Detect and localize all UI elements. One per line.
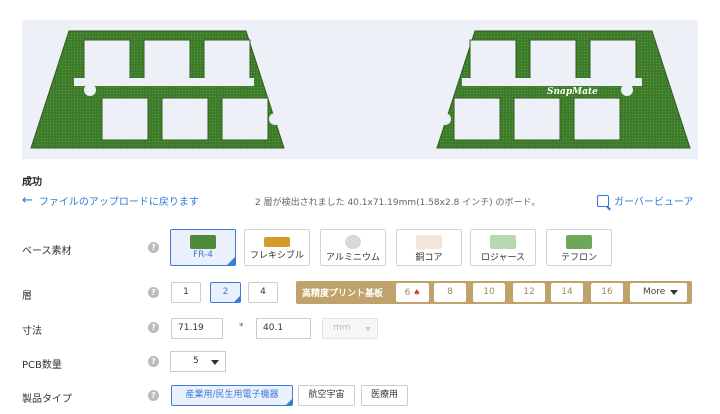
material-label: テフロン bbox=[560, 253, 597, 263]
material-copper-core[interactable]: 銅コア bbox=[396, 229, 462, 266]
hp-layer-8[interactable]: 8 bbox=[434, 283, 466, 302]
hp-layer-12[interactable]: 12 bbox=[513, 283, 545, 302]
fr4-thumb-icon bbox=[190, 235, 216, 249]
hp-layer-14[interactable]: 14 bbox=[551, 283, 583, 302]
material-rogers[interactable]: ロジャース bbox=[470, 229, 536, 266]
high-precision-title: 高精度プリント基板 bbox=[302, 289, 384, 299]
layer-option-4[interactable]: 4 bbox=[248, 282, 278, 303]
product-type-aerospace[interactable]: 航空宇宙 bbox=[298, 385, 355, 406]
pcb-board-top bbox=[30, 30, 285, 149]
dimensions-label: 寸法 bbox=[22, 326, 42, 337]
hp-layer-6-label: 6 bbox=[404, 288, 411, 298]
detection-info: 2 層が検出されました 40.1x71.19mm(1.58x2.8 インチ) の… bbox=[255, 198, 541, 208]
flex-thumb-icon bbox=[264, 237, 290, 247]
status-text: 成功 bbox=[22, 177, 42, 188]
material-label: ロジャース bbox=[480, 253, 526, 263]
rogers-thumb-icon bbox=[490, 235, 516, 249]
more-layers-dropdown[interactable]: More bbox=[630, 283, 687, 302]
material-label: 銅コア bbox=[415, 253, 443, 263]
hp-layer-10[interactable]: 10 bbox=[473, 283, 505, 302]
layer-option-1[interactable]: 1 bbox=[171, 282, 201, 303]
pcb-qty-select[interactable]: 5 bbox=[170, 351, 226, 372]
length-input[interactable]: 71.19 bbox=[171, 318, 223, 339]
aluminum-thumb-icon bbox=[345, 235, 361, 249]
help-icon[interactable]: ? bbox=[148, 356, 159, 367]
layers-label: 層 bbox=[22, 291, 32, 302]
copper-thumb-icon bbox=[416, 235, 442, 249]
unit-select[interactable]: mm bbox=[322, 318, 378, 339]
base-material-label: ベース素材 bbox=[22, 246, 72, 257]
arrow-left-icon: ← bbox=[22, 193, 33, 208]
back-link-label: ファイルのアップロードに戻ります bbox=[38, 197, 199, 208]
gerber-viewer-label: ガーバービューア bbox=[614, 197, 694, 208]
gerber-viewer-link[interactable]: ガーバービューア bbox=[597, 193, 694, 208]
product-type-medical[interactable]: 医療用 bbox=[361, 385, 408, 406]
product-type-industrial[interactable]: 産業用/民生用電子機器 bbox=[171, 385, 293, 406]
material-fr4[interactable]: FR-4 bbox=[170, 229, 236, 266]
pcb-silkscreen-text: SnapMate bbox=[547, 87, 598, 97]
material-label: フレキシブル bbox=[249, 251, 304, 261]
back-to-upload-link[interactable]: ← ファイルのアップロードに戻ります bbox=[22, 193, 199, 208]
hp-layer-16[interactable]: 16 bbox=[591, 283, 623, 302]
help-icon[interactable]: ? bbox=[148, 242, 159, 253]
pcb-preview: SnapMate bbox=[22, 20, 698, 159]
product-type-label: 製品タイプ bbox=[22, 394, 72, 405]
material-teflon[interactable]: テフロン bbox=[546, 229, 612, 266]
material-aluminum[interactable]: アルミニウム bbox=[320, 229, 386, 266]
material-flexible[interactable]: フレキシブル bbox=[244, 229, 310, 266]
pcb-board-bottom: SnapMate bbox=[436, 30, 691, 149]
layer-option-2[interactable]: 2 bbox=[210, 282, 241, 303]
width-input[interactable]: 40.1 bbox=[256, 318, 311, 339]
teflon-thumb-icon bbox=[566, 235, 592, 249]
help-icon[interactable]: ? bbox=[148, 287, 159, 298]
magnifier-doc-icon bbox=[597, 194, 609, 207]
times-sign: * bbox=[239, 322, 244, 332]
pcb-qty-label: PCB数量 bbox=[22, 360, 62, 371]
material-label: アルミニウム bbox=[326, 253, 380, 263]
hp-layer-6[interactable]: 6 ♠ bbox=[396, 283, 429, 302]
help-icon[interactable]: ? bbox=[148, 390, 159, 401]
help-icon[interactable]: ? bbox=[148, 322, 159, 333]
material-label: FR-4 bbox=[192, 250, 214, 260]
maple-leaf-icon: ♠ bbox=[413, 288, 421, 297]
